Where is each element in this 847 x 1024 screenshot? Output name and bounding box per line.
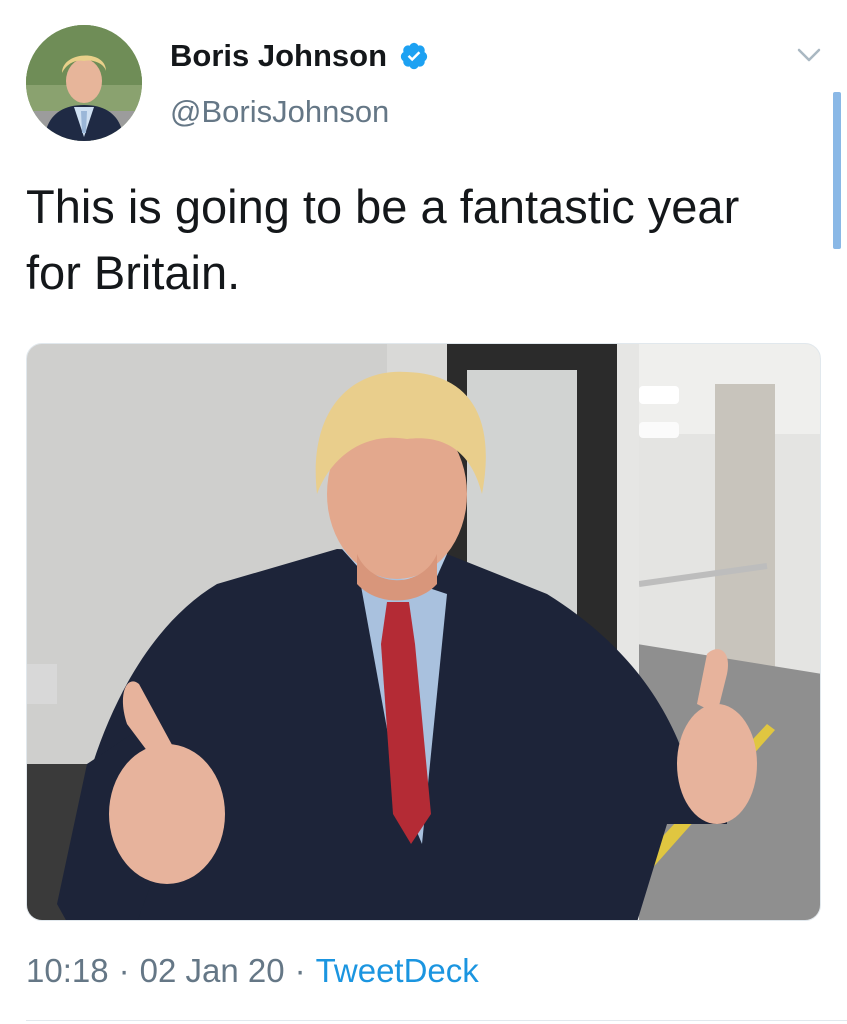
- scroll-indicator: [833, 92, 841, 249]
- tweet-photo[interactable]: [26, 343, 821, 921]
- tweet-source-link[interactable]: TweetDeck: [316, 952, 479, 990]
- author-handle[interactable]: @BorisJohnson: [170, 94, 389, 130]
- tweet-text: This is going to be a fantastic year for…: [26, 180, 740, 299]
- meta-separator: ·: [118, 952, 130, 989]
- tweet-time[interactable]: 10:18: [26, 952, 109, 990]
- author-display-name[interactable]: Boris Johnson: [170, 38, 429, 74]
- divider: [26, 1020, 847, 1021]
- verified-badge-icon: [399, 41, 429, 71]
- avatar-photo: [26, 25, 142, 141]
- avatar[interactable]: [26, 25, 142, 141]
- tweet-meta: 10:18 · 02 Jan 20 · TweetDeck: [26, 952, 479, 990]
- meta-separator: ·: [294, 952, 306, 989]
- author-name-text: Boris Johnson: [170, 38, 388, 73]
- tweet-date[interactable]: 02 Jan 20: [140, 952, 285, 990]
- chevron-down-icon[interactable]: [796, 46, 822, 64]
